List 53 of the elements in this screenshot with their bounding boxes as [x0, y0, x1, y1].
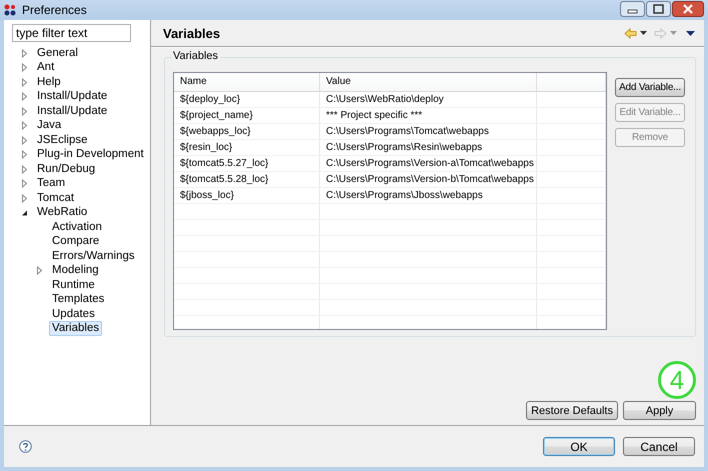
tree-item[interactable]: Run/Debug [34, 162, 98, 177]
page-button[interactable]: Apply [623, 401, 696, 420]
table-cell: ${resin_loc} [174, 140, 320, 155]
table-cell: C:\Users\WebRatio\deploy [320, 92, 537, 107]
group-title: Variables [171, 50, 220, 62]
minimize-icon[interactable] [620, 1, 645, 17]
tree-item[interactable]: Ant [34, 60, 58, 76]
table-cell: C:\Users\Programs\Resin\webapps [320, 140, 537, 155]
close-icon[interactable] [672, 1, 704, 17]
tree-item[interactable]: Variables [49, 321, 102, 336]
tree-item[interactable]: Help [34, 74, 64, 90]
table-cell: C:\Users\Programs\Version-b\Tomcat\webapps [320, 172, 537, 187]
tree-item[interactable]: Team [34, 176, 68, 192]
tree-item[interactable]: Modeling [49, 263, 102, 278]
filter-field[interactable]: type filter text [12, 24, 131, 42]
tree-item[interactable]: Install/Update [34, 104, 110, 119]
tree-item[interactable]: General [34, 46, 81, 61]
page-button[interactable]: Restore Defaults [526, 401, 618, 420]
table-cell: ${tomcat5.5.28_loc} [174, 172, 320, 187]
tree-item[interactable]: Activation [49, 220, 105, 235]
tree-item[interactable]: Install/Update [34, 89, 110, 104]
help-icon[interactable] [19, 440, 32, 453]
table-cell: C:\Users\Programs\Tomcat\webapps [320, 124, 537, 139]
table-cell: ${deploy_loc} [174, 92, 320, 107]
tree-item[interactable]: Runtime [49, 278, 98, 293]
dialog-button[interactable]: OK [543, 437, 615, 456]
table-cell: *** Project specific *** [320, 108, 537, 123]
step-number: 4 [658, 361, 696, 399]
table-cell: C:\Users\Programs\Jboss\webapps [320, 188, 537, 203]
tree-item[interactable]: WebRatio [34, 205, 90, 220]
tree-item[interactable]: Java [34, 118, 64, 134]
tree-item[interactable]: Compare [49, 234, 102, 250]
table-cell: ${webapps_loc} [174, 124, 320, 139]
tree-item[interactable]: Updates [49, 306, 98, 322]
tree-item[interactable]: Errors/Warnings [49, 248, 138, 264]
table-cell: ${tomcat5.5.27_loc} [174, 156, 320, 171]
view-menu-icon[interactable] [686, 30, 695, 36]
page-title: Variables [163, 26, 222, 40]
tree-item[interactable]: Tomcat [34, 190, 78, 206]
table-cell: C:\Users\Programs\Version-a\Tomcat\webapps [320, 156, 537, 171]
side-button[interactable]: Add Variable... [615, 78, 685, 97]
caret-icon[interactable] [640, 31, 647, 35]
maximize-icon[interactable] [646, 1, 671, 17]
tree-item[interactable]: Templates [49, 292, 108, 308]
window-title: Preferences [22, 3, 87, 17]
dialog-button[interactable]: Cancel [623, 437, 695, 456]
table-cell: ${project_name} [174, 108, 320, 123]
column-header[interactable]: Value [320, 73, 537, 91]
tree-item[interactable]: JSEclipse [34, 132, 90, 148]
column-header[interactable]: Name [174, 73, 320, 91]
app-icon [4, 4, 17, 16]
table-cell: ${jboss_loc} [174, 188, 320, 203]
tree-item[interactable]: Plug-in Development [34, 147, 147, 162]
